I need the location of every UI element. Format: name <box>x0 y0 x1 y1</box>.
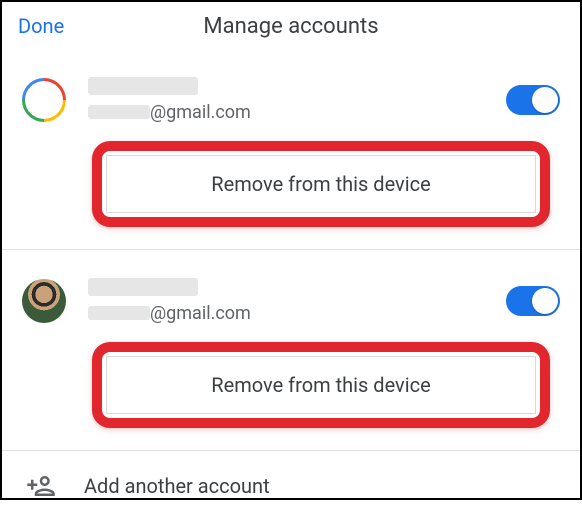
avatar <box>22 78 66 122</box>
remove-wrap: Remove from this device <box>92 342 560 428</box>
avatar <box>22 279 66 323</box>
email-domain: @gmail.com <box>150 102 251 123</box>
account-toggle[interactable] <box>506 286 560 316</box>
account-row: @gmail.com Remove from this device <box>2 49 580 250</box>
account-header: @gmail.com <box>22 77 560 123</box>
done-button[interactable]: Done <box>18 14 64 38</box>
add-another-account[interactable]: Add another account <box>2 451 580 521</box>
email-domain: @gmail.com <box>150 303 251 324</box>
account-text: @gmail.com <box>88 77 484 123</box>
remove-wrap: Remove from this device <box>92 141 560 227</box>
page-title: Manage accounts <box>18 14 564 39</box>
email-user-redacted <box>88 306 150 320</box>
account-email: @gmail.com <box>88 302 484 324</box>
account-name-redacted <box>88 77 484 99</box>
person-add-icon <box>26 471 56 501</box>
add-another-label: Add another account <box>84 474 270 498</box>
account-name-redacted <box>88 278 484 300</box>
remove-from-device-button[interactable]: Remove from this device <box>106 155 536 213</box>
highlight-ring: Remove from this device <box>92 141 550 227</box>
header: Done Manage accounts <box>2 2 580 49</box>
account-email: @gmail.com <box>88 101 484 123</box>
highlight-ring: Remove from this device <box>92 342 550 428</box>
remove-from-device-button[interactable]: Remove from this device <box>106 356 536 414</box>
account-text: @gmail.com <box>88 278 484 324</box>
account-header: @gmail.com <box>22 278 560 324</box>
account-toggle[interactable] <box>506 85 560 115</box>
email-user-redacted <box>88 105 150 119</box>
account-row: @gmail.com Remove from this device <box>2 250 580 451</box>
